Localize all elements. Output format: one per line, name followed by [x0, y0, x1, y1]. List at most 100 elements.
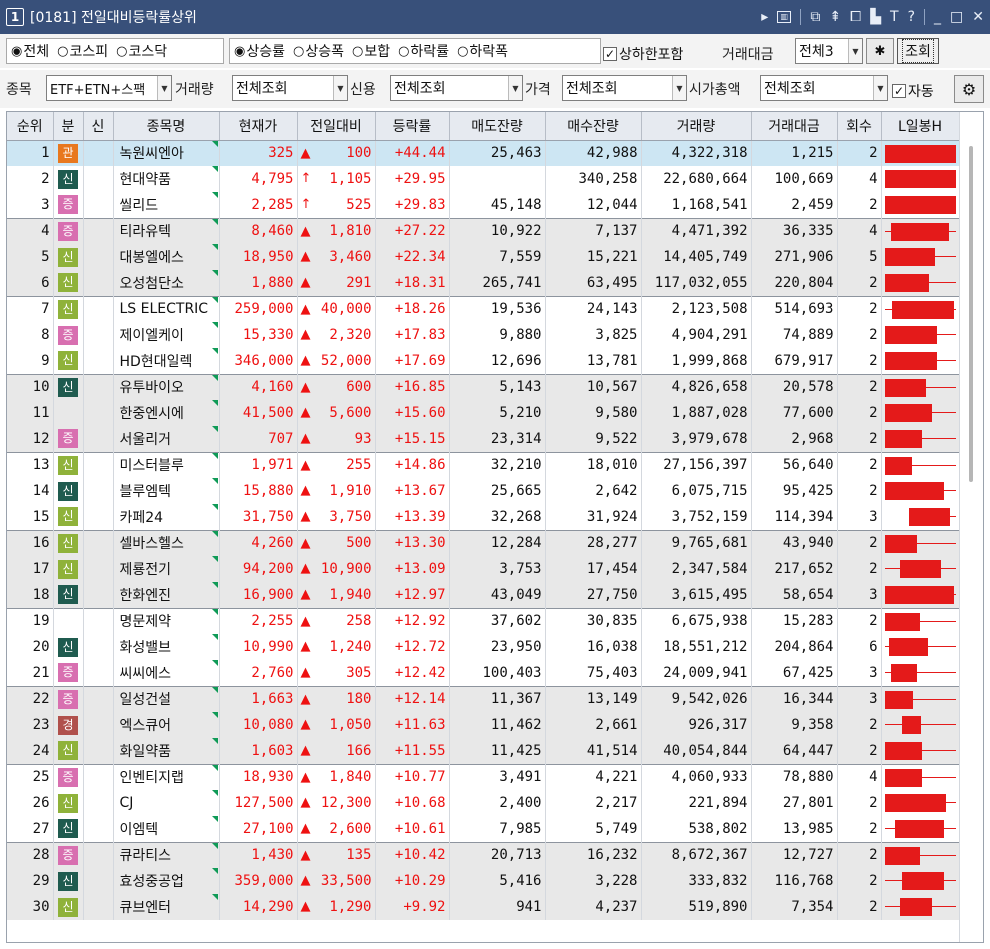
table-row[interactable]: 15 신 카페24 31,750 ▲ 3,750 +13.39 32,268 31,924 3,7…	[7, 504, 960, 530]
stock-name[interactable]: 이엠텍	[120, 822, 159, 838]
column-header-credit[interactable]: 신	[83, 112, 114, 141]
stock-name[interactable]: LS ELECTRIC	[120, 301, 209, 317]
window-icon[interactable]: ⧠	[850, 9, 861, 25]
column-header-name[interactable]: 종목명	[113, 112, 220, 141]
stock-name[interactable]: 인벤티지랩	[120, 770, 184, 786]
table-row[interactable]: 18 신 한화엔진 16,900 ▲ 1,940 +12.97 43,049 27,750 3,6…	[7, 582, 960, 608]
include-limit-checkbox[interactable]: ✓ 상하한포함	[603, 44, 683, 64]
column-header-sell-qty[interactable]: 매도잔량	[449, 112, 546, 141]
stock-name[interactable]: 대봉엘에스	[120, 250, 184, 266]
table-row[interactable]: 9 신 HD현대일렉 346,000 ▲ 52,000 +17.69 12,696 13,781…	[7, 348, 960, 374]
column-header-price[interactable]: 현재가	[219, 112, 298, 141]
stock-name[interactable]: 블루엠텍	[120, 484, 172, 500]
table-row[interactable]: 1 관 녹원씨엔아 325 ▲ 100 +44.44 25,463 42,988 4,322,31…	[7, 140, 960, 166]
table-row[interactable]: 21 증 씨씨에스 2,760 ▲ 305 +12.42 100,403 75,403 24,00…	[7, 660, 960, 686]
stock-name[interactable]: 일성건설	[120, 692, 172, 708]
font-icon[interactable]: ▙	[870, 9, 881, 25]
pin-icon[interactable]: ⧉	[810, 9, 820, 25]
play-icon[interactable]: ▸	[761, 9, 768, 25]
stock-name[interactable]: HD현대일렉	[120, 354, 193, 370]
gear-icon[interactable]: ⚙	[954, 75, 984, 103]
column-header-amount[interactable]: 거래대금	[751, 112, 838, 141]
column-header-change[interactable]: 전일대비	[297, 112, 376, 141]
volume-select[interactable]: 전체조회 ▼	[232, 75, 348, 101]
table-row[interactable]: 28 증 큐라티스 1,430 ▲ 135 +10.42 20,713 16,232 8,672,…	[7, 841, 960, 868]
text-size-icon[interactable]: T	[890, 9, 899, 25]
close-icon[interactable]: ✕	[972, 9, 984, 25]
stock-name[interactable]: 오성첨단소	[120, 276, 184, 292]
stock-name[interactable]: 씰리드	[120, 198, 159, 214]
table-row[interactable]: 14 신 블루엠텍 15,880 ▲ 1,910 +13.67 25,665 2,642 6,07…	[7, 478, 960, 504]
sort-option-flat[interactable]: ○ 보합	[352, 41, 390, 61]
vertical-scrollbar[interactable]	[959, 112, 983, 942]
marketcap-select[interactable]: 전체조회 ▼	[760, 75, 888, 101]
table-row[interactable]: 16 신 셀바스헬스 4,260 ▲ 500 +13.30 12,284 28,277 9,765…	[7, 529, 960, 556]
screen-icon[interactable]: ▥	[777, 11, 792, 23]
sort-option-fall-amount[interactable]: ○ 하락폭	[457, 41, 508, 61]
upload-icon[interactable]: ⇞	[829, 9, 841, 25]
stock-name[interactable]: 씨씨에스	[120, 666, 172, 682]
table-row[interactable]: 12 증 서울리거 707 ▲ 93 +15.15 23,314 9,522 3,979,678 2…	[7, 426, 960, 452]
table-row[interactable]: 22 증 일성건설 1,663 ▲ 180 +12.14 11,367 13,149 9,542,…	[7, 685, 960, 712]
stock-name[interactable]: 화일약품	[120, 744, 172, 760]
sort-option-rise-rate[interactable]: ◉ 상승률	[234, 41, 285, 61]
stock-name[interactable]: 한화엔진	[120, 588, 172, 604]
price-select[interactable]: 전체조회 ▼	[562, 75, 687, 101]
settings-tool-icon[interactable]: ✱	[866, 38, 894, 64]
stock-name[interactable]: 제룡전기	[120, 562, 172, 578]
stock-name[interactable]: 서울리거	[120, 432, 172, 448]
table-row[interactable]: 3 증 씰리드 2,285 ↑ 525 +29.83 45,148 12,044 1,168,54…	[7, 192, 960, 218]
minimize-icon[interactable]: _	[934, 9, 941, 25]
stock-name[interactable]: 한중엔시에	[120, 406, 184, 422]
help-icon[interactable]: ?	[908, 9, 915, 25]
table-row[interactable]: 29 신 효성중공업 359,000 ▲ 33,500 +10.29 5,416 3,228 33…	[7, 868, 960, 894]
table-row[interactable]: 6 신 오성첨단소 1,880 ▲ 291 +18.31 265,741 63,495 117,0…	[7, 270, 960, 296]
table-row[interactable]: 25 증 인벤티지랩 18,930 ▲ 1,840 +10.77 3,491 4,221 4,06…	[7, 763, 960, 790]
market-option-all[interactable]: ◉ 전체	[11, 41, 49, 61]
stock-name[interactable]: 큐브엔터	[120, 900, 172, 916]
table-row[interactable]: 19 명문제약 2,255 ▲ 258 +12.92 37,602 30,835 6,675,9…	[7, 607, 960, 634]
credit-select[interactable]: 전체조회 ▼	[390, 75, 523, 101]
stock-name[interactable]: 효성중공업	[120, 874, 184, 890]
table-row[interactable]: 2 신 현대약품 4,795 ↑ 1,105 +29.95 340,258 22,680,664…	[7, 166, 960, 192]
table-row[interactable]: 17 신 제룡전기 94,200 ▲ 10,900 +13.09 3,753 17,454 2,3…	[7, 556, 960, 582]
stock-name[interactable]: 셀바스헬스	[120, 536, 184, 552]
table-row[interactable]: 26 신 CJ 127,500 ▲ 12,300 +10.68 2,400 2,217 221,8…	[7, 790, 960, 816]
table-row[interactable]: 27 신 이엠텍 27,100 ▲ 2,600 +10.61 7,985 5,749 538,80…	[7, 816, 960, 842]
stock-name[interactable]: CJ	[120, 795, 134, 811]
stock-name[interactable]: 엑스큐어	[120, 718, 172, 734]
stock-name[interactable]: 카페24	[120, 510, 164, 526]
sort-option-rise-amount[interactable]: ○ 상승폭	[293, 41, 344, 61]
column-header-badge[interactable]: 분	[53, 112, 84, 141]
table-row[interactable]: 5 신 대봉엘에스 18,950 ▲ 3,460 +22.34 7,559 15,221 14,4…	[7, 244, 960, 270]
table-row[interactable]: 8 증 제이엘케이 15,330 ▲ 2,320 +17.83 9,880 3,825 4,904…	[7, 322, 960, 348]
stock-name[interactable]: 큐라티스	[120, 848, 172, 864]
item-select[interactable]: ETF+ETN+스팩 ▼	[46, 75, 172, 101]
stock-name[interactable]: 녹원씨엔아	[120, 146, 184, 162]
trade-amount-select[interactable]: 전체3 ▼	[795, 38, 863, 64]
stock-name[interactable]: 미스터블루	[120, 458, 184, 474]
stock-name[interactable]: 현대약품	[120, 172, 172, 188]
search-button[interactable]: 조회	[897, 38, 939, 64]
scrollbar-thumb[interactable]	[969, 146, 973, 482]
column-header-volume[interactable]: 거래량	[641, 112, 752, 141]
table-row[interactable]: 11 한중엔시에 41,500 ▲ 5,600 +15.60 5,210 9,580 1,887…	[7, 400, 960, 426]
maximize-icon[interactable]: □	[950, 9, 963, 25]
column-header-buy-qty[interactable]: 매수잔량	[545, 112, 642, 141]
column-header-count[interactable]: 회수	[837, 112, 882, 141]
column-header-rank[interactable]: 순위	[7, 112, 54, 141]
column-header-rate[interactable]: 등락률	[375, 112, 450, 141]
stock-name[interactable]: 명문제약	[120, 614, 172, 630]
table-row[interactable]: 13 신 미스터블루 1,971 ▲ 255 +14.86 32,210 18,010 27,15…	[7, 451, 960, 478]
table-row[interactable]: 7 신 LS ELECTRIC 259,000 ▲ 40,000 +18.26 19,536 2…	[7, 295, 960, 322]
auto-checkbox[interactable]: ✓ 자동	[892, 81, 934, 101]
sort-option-fall-rate[interactable]: ○ 하락률	[398, 41, 449, 61]
table-row[interactable]: 4 증 티라유텍 8,460 ▲ 1,810 +27.22 10,922 7,137 4,471,…	[7, 217, 960, 244]
stock-name[interactable]: 화성밸브	[120, 640, 172, 656]
table-row[interactable]: 23 경 엑스큐어 10,080 ▲ 1,050 +11.63 11,462 2,661 926,…	[7, 712, 960, 738]
table-row[interactable]: 10 신 유투바이오 4,160 ▲ 600 +16.85 5,143 10,567 4,826,…	[7, 373, 960, 400]
table-row[interactable]: 30 신 큐브엔터 14,290 ▲ 1,290 +9.92 941 4,237 519,890 7…	[7, 894, 960, 920]
stock-name[interactable]: 제이엘케이	[120, 328, 184, 344]
stock-name[interactable]: 티라유텍	[120, 224, 172, 240]
column-header-candle[interactable]: L일봉H	[881, 112, 960, 141]
